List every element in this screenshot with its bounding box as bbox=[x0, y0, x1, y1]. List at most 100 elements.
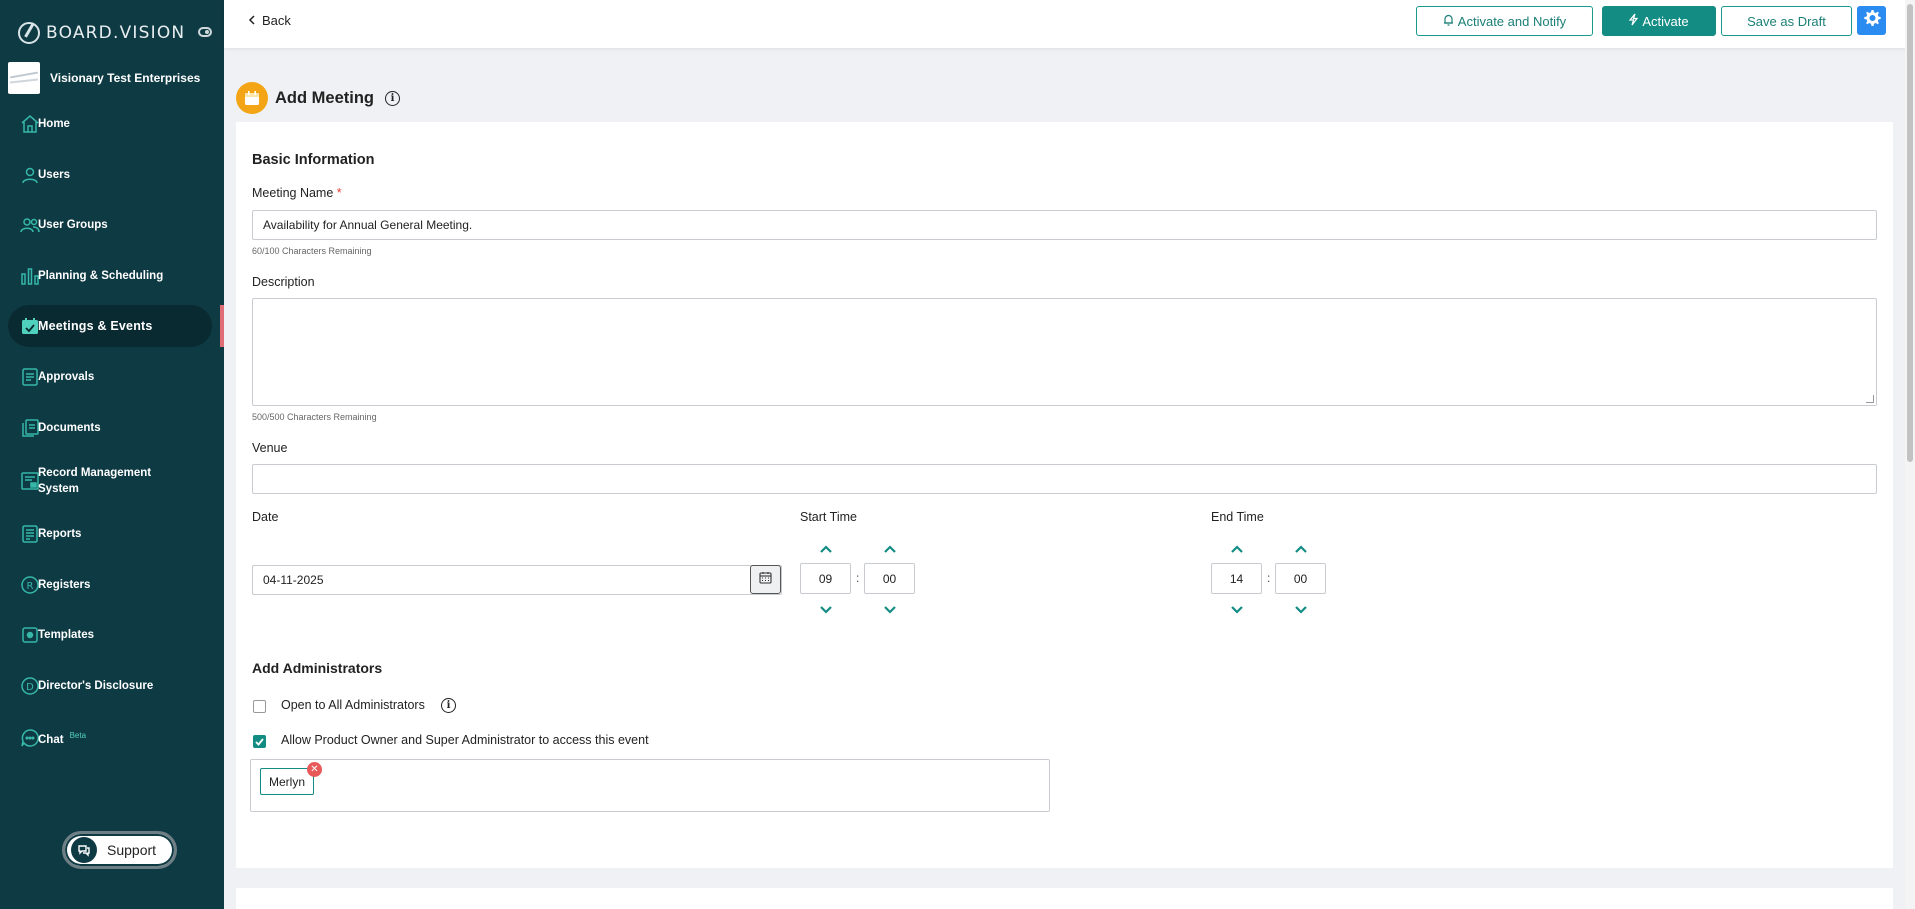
sidebar-item-approvals[interactable]: Approvals bbox=[8, 356, 212, 398]
start-hour-up-button[interactable] bbox=[818, 544, 834, 554]
sidebar-item-label: Planning & Scheduling bbox=[38, 270, 164, 282]
save-as-draft-button[interactable]: Save as Draft bbox=[1721, 6, 1852, 36]
meeting-name-char-count: 60/100 Characters Remaining bbox=[252, 246, 372, 256]
start-minute-up-button[interactable] bbox=[882, 544, 898, 554]
page-title: Add Meeting bbox=[275, 88, 374, 107]
date-picker-button[interactable] bbox=[750, 565, 781, 594]
activate-button[interactable]: Activate bbox=[1602, 6, 1716, 36]
documents-icon bbox=[20, 418, 40, 438]
description-label: Description bbox=[252, 275, 315, 289]
sidebar-item-templates[interactable]: Templates bbox=[8, 614, 212, 656]
end-hour-up-button[interactable] bbox=[1229, 544, 1245, 554]
gear-icon bbox=[1863, 9, 1881, 32]
save-as-draft-label: Save as Draft bbox=[1747, 13, 1826, 29]
organization-name: Visionary Test Enterprises bbox=[50, 71, 201, 85]
activate-and-notify-label: Activate and Notify bbox=[1457, 13, 1567, 29]
date-input[interactable]: 04-11-2025 bbox=[252, 565, 782, 595]
end-hour-down-button[interactable] bbox=[1229, 604, 1245, 614]
chat-label: Chat bbox=[38, 733, 64, 746]
calendar-icon bbox=[236, 82, 268, 114]
administrators-selector[interactable]: Merlyn ✕ bbox=[250, 759, 1050, 812]
resize-handle[interactable] bbox=[1866, 395, 1874, 403]
sidebar-item-record-management[interactable]: Record Management System bbox=[8, 458, 212, 504]
remove-admin-button[interactable]: ✕ bbox=[307, 762, 322, 777]
end-time-label: End Time bbox=[1211, 510, 1264, 524]
sidebar-item-label: Templates bbox=[38, 629, 95, 641]
sidebar-item-label: Home bbox=[38, 118, 70, 130]
activate-and-notify-button[interactable]: Activate and Notify bbox=[1416, 6, 1593, 36]
sidebar-item-users[interactable]: Users bbox=[8, 154, 212, 196]
sidebar-item-label: Reports bbox=[38, 528, 82, 540]
time-separator: : bbox=[856, 571, 860, 585]
info-icon[interactable]: i bbox=[385, 90, 400, 106]
start-hour-input[interactable]: 09 bbox=[800, 563, 851, 594]
end-minute-up-button[interactable] bbox=[1293, 544, 1309, 554]
beta-badge: Beta bbox=[69, 731, 87, 741]
sidebar-item-reports[interactable]: Reports bbox=[8, 513, 212, 555]
calendar-check-icon bbox=[20, 316, 40, 336]
allow-owner-access-checkbox[interactable] bbox=[253, 735, 266, 748]
sidebar-item-label: User Groups bbox=[38, 219, 108, 231]
settings-button[interactable] bbox=[1857, 6, 1886, 35]
support-button[interactable]: Support bbox=[62, 831, 177, 869]
sidebar-item-registers[interactable]: R Registers bbox=[8, 564, 212, 606]
svg-text:R: R bbox=[27, 581, 34, 592]
end-minute-down-button[interactable] bbox=[1293, 604, 1309, 614]
end-minute-input[interactable]: 00 bbox=[1275, 563, 1326, 594]
brand[interactable]: BOARD.VISION bbox=[18, 20, 185, 46]
toggle-icon[interactable] bbox=[198, 27, 212, 37]
close-icon: ✕ bbox=[310, 764, 319, 775]
sidebar-item-documents[interactable]: Documents bbox=[8, 407, 212, 449]
reports-icon bbox=[20, 524, 40, 544]
venue-label: Venue bbox=[252, 441, 288, 455]
open-all-admins-checkbox[interactable] bbox=[253, 700, 266, 713]
admin-chip: Merlyn bbox=[260, 768, 315, 795]
start-minute-input[interactable]: 00 bbox=[864, 563, 915, 594]
date-label: Date bbox=[252, 510, 279, 524]
bar-chart-icon bbox=[20, 266, 40, 286]
active-indicator bbox=[220, 305, 224, 347]
start-minute-down-button[interactable] bbox=[882, 604, 898, 614]
brand-name: BOARD.VISION bbox=[46, 23, 186, 43]
sidebar-item-chat[interactable]: Chat Beta bbox=[8, 717, 212, 759]
sidebar-item-home[interactable]: Home bbox=[8, 103, 212, 145]
back-button[interactable]: Back bbox=[248, 13, 291, 28]
templates-icon bbox=[20, 625, 40, 645]
chevron-left-icon bbox=[248, 13, 256, 28]
meeting-name-label: Meeting Name * bbox=[252, 186, 342, 200]
support-chat-icon bbox=[71, 837, 97, 863]
allow-owner-access-label: Allow Product Owner and Super Administra… bbox=[281, 733, 649, 747]
sidebar-item-meetings-events[interactable]: Meetings & Events bbox=[8, 305, 212, 347]
meeting-name-input[interactable]: Availability for Annual General Meeting. bbox=[252, 210, 1877, 240]
home-icon bbox=[20, 114, 40, 134]
bell-icon bbox=[1443, 14, 1454, 29]
sidebar-item-directors-disclosure[interactable]: D Director's Disclosure bbox=[8, 665, 212, 707]
activate-label: Activate bbox=[1642, 13, 1689, 29]
meeting-name-label-text: Meeting Name bbox=[252, 186, 334, 200]
start-hour-down-button[interactable] bbox=[818, 604, 834, 614]
svg-text:D: D bbox=[26, 682, 34, 693]
start-time-label: Start Time bbox=[800, 510, 857, 524]
description-char-count: 500/500 Characters Remaining bbox=[252, 412, 377, 422]
basic-information-title: Basic Information bbox=[252, 152, 375, 168]
venue-input[interactable] bbox=[252, 464, 1877, 494]
organization-logo bbox=[8, 62, 40, 94]
back-label: Back bbox=[262, 13, 291, 28]
sidebar-item-label: Documents bbox=[38, 422, 101, 434]
info-icon[interactable]: i bbox=[441, 698, 456, 713]
sidebar-item-label: Chat Beta bbox=[38, 728, 86, 748]
description-textarea[interactable] bbox=[252, 298, 1877, 406]
sidebar-item-label: Approvals bbox=[38, 371, 95, 383]
open-all-admins-label: Open to All Administrators bbox=[281, 698, 425, 712]
scrollbar-thumb[interactable] bbox=[1907, 4, 1913, 462]
next-section-card bbox=[236, 888, 1893, 909]
organization[interactable]: Visionary Test Enterprises bbox=[8, 62, 218, 94]
end-hour-input[interactable]: 14 bbox=[1211, 563, 1262, 594]
sidebar: BOARD.VISION Visionary Test Enterprises … bbox=[0, 0, 224, 909]
sidebar-item-user-groups[interactable]: User Groups bbox=[8, 204, 212, 246]
required-marker: * bbox=[336, 186, 342, 200]
sidebar-item-planning-scheduling[interactable]: Planning & Scheduling bbox=[8, 255, 212, 297]
checkmark-icon bbox=[255, 733, 264, 751]
support-label: Support bbox=[107, 842, 157, 858]
record-management-icon bbox=[20, 471, 40, 491]
